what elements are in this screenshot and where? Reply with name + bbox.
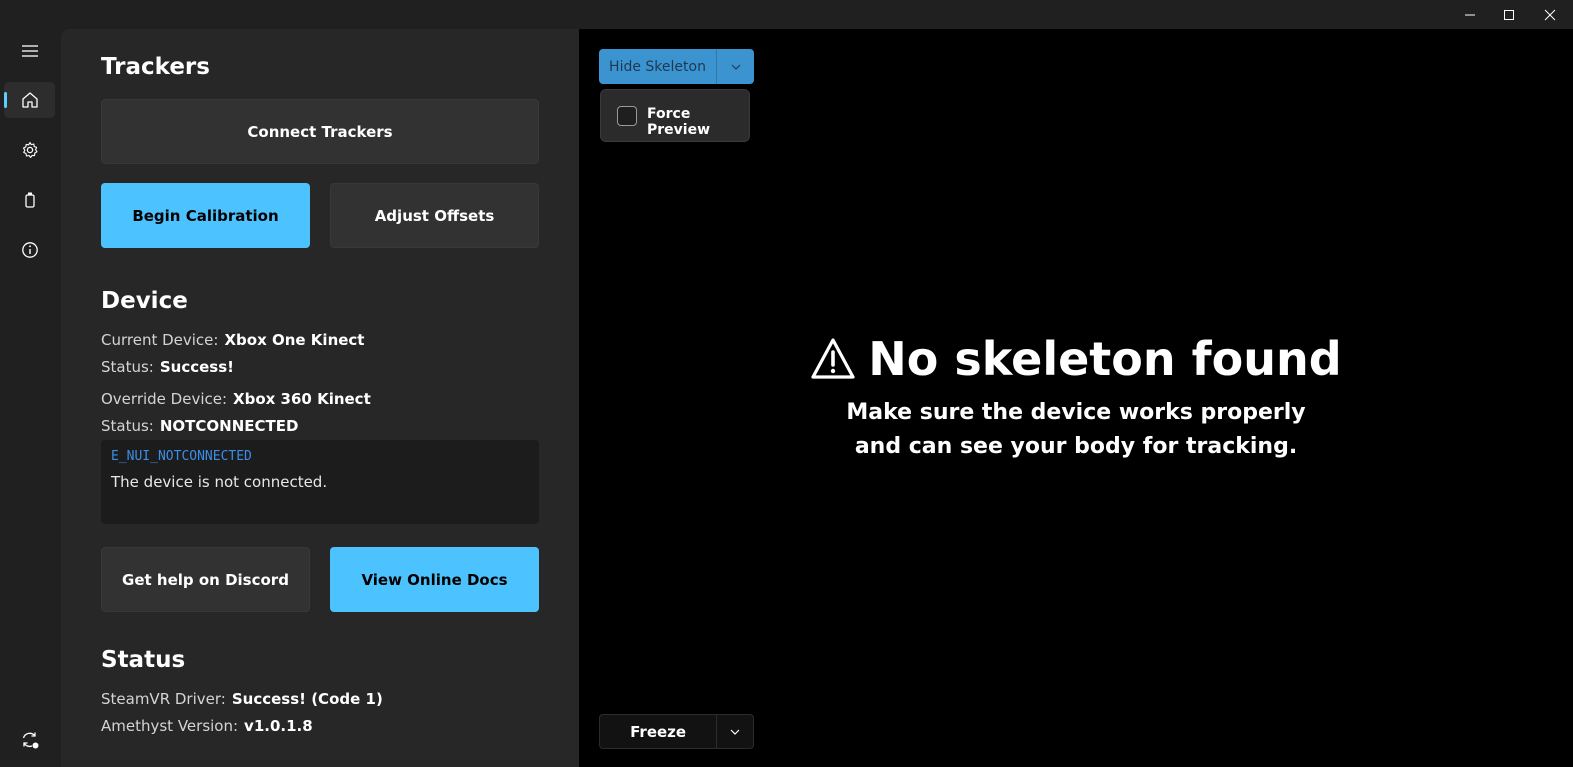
begin-calibration-button[interactable]: Begin Calibration [101, 183, 310, 248]
override-status-label: Status: [101, 417, 154, 435]
hide-skeleton-button[interactable]: Hide Skeleton [599, 49, 717, 84]
force-preview-flyout: Force Preview [600, 89, 750, 142]
close-button[interactable] [1527, 0, 1573, 29]
device-title: Device [101, 288, 188, 314]
device-status-row: Status: Success! [101, 358, 234, 376]
hamburger-menu-icon [21, 45, 38, 57]
info-icon [21, 242, 38, 258]
error-message: The device is not connected. [111, 473, 328, 491]
force-preview-checkbox[interactable] [617, 106, 637, 126]
title-bar [0, 0, 1573, 29]
home-icon [21, 92, 38, 108]
freeze-button[interactable]: Freeze [600, 715, 718, 748]
nav-item-settings[interactable] [4, 132, 55, 168]
status-title: Status [101, 647, 186, 673]
force-preview-label: Force Preview [647, 106, 711, 138]
adjust-offsets-button[interactable]: Adjust Offsets [330, 183, 539, 248]
override-status-row: Status: NOTCONNECTED [101, 417, 298, 435]
no-skeleton-title: No skeleton found [868, 332, 1342, 386]
hide-skeleton-dropdown[interactable] [717, 49, 754, 84]
connect-trackers-button[interactable]: Connect Trackers [101, 99, 539, 164]
trackers-title: Trackers [101, 54, 210, 80]
device-status-value: Success! [159, 358, 234, 376]
freeze-dropdown[interactable] [717, 715, 753, 748]
reconnect-button[interactable] [4, 722, 55, 758]
hide-skeleton-split-button: Hide Skeleton [599, 49, 754, 84]
menu-toggle-button[interactable] [4, 33, 55, 69]
driver-status-label: SteamVR Driver: [101, 690, 226, 708]
override-device-row: Override Device: Xbox 360 Kinect [101, 390, 371, 408]
no-skeleton-line-1: Make sure the device works properly [846, 400, 1306, 425]
minimize-icon [1465, 14, 1475, 15]
nav-item-info[interactable] [4, 232, 55, 268]
override-status-value: NOTCONNECTED [159, 417, 299, 435]
maximize-button[interactable] [1486, 0, 1532, 29]
skeleton-preview: Hide Skeleton Force Preview No skeleton … [579, 29, 1573, 767]
current-device-value: Xbox One Kinect [224, 331, 365, 349]
freeze-split-button: Freeze [599, 714, 754, 749]
maximize-icon [1504, 9, 1514, 20]
current-device-label: Current Device: [101, 331, 219, 349]
close-icon [1544, 9, 1556, 20]
error-box: E_NUI_NOTCONNECTED The device is not con… [101, 440, 539, 524]
version-label: Amethyst Version: [101, 717, 239, 735]
chevron-down-icon [731, 64, 740, 70]
override-device-label: Override Device: [101, 390, 228, 408]
no-skeleton-line-2: and can see your body for tracking. [854, 434, 1298, 459]
active-indicator [4, 92, 7, 108]
no-skeleton-subtitle: Make sure the device works properly and … [579, 396, 1573, 464]
device-status-label: Status: [101, 358, 154, 376]
no-skeleton-message: No skeleton found Make sure the device w… [579, 332, 1573, 464]
driver-status-row: SteamVR Driver: Success! (Code 1) [101, 690, 383, 708]
main-panel: Trackers Connect Trackers Begin Calibrat… [61, 29, 579, 767]
nav-rail [0, 29, 61, 767]
driver-status-value: Success! (Code 1) [231, 690, 383, 708]
version-value: v1.0.1.8 [244, 717, 313, 735]
version-row: Amethyst Version: v1.0.1.8 [101, 717, 313, 735]
override-device-value: Xbox 360 Kinect [233, 390, 371, 408]
nav-item-devices[interactable] [4, 182, 55, 218]
chevron-down-icon [730, 729, 740, 735]
nav-item-home[interactable] [4, 82, 55, 118]
warning-icon [811, 338, 855, 379]
gear-icon [22, 141, 38, 158]
current-device-row: Current Device: Xbox One Kinect [101, 331, 364, 349]
online-docs-button[interactable]: View Online Docs [330, 547, 539, 612]
sync-icon [22, 732, 38, 749]
battery-icon [24, 192, 35, 208]
error-code: E_NUI_NOTCONNECTED [111, 449, 252, 464]
discord-help-button[interactable]: Get help on Discord [101, 547, 310, 612]
no-skeleton-heading: No skeleton found [810, 332, 1342, 386]
